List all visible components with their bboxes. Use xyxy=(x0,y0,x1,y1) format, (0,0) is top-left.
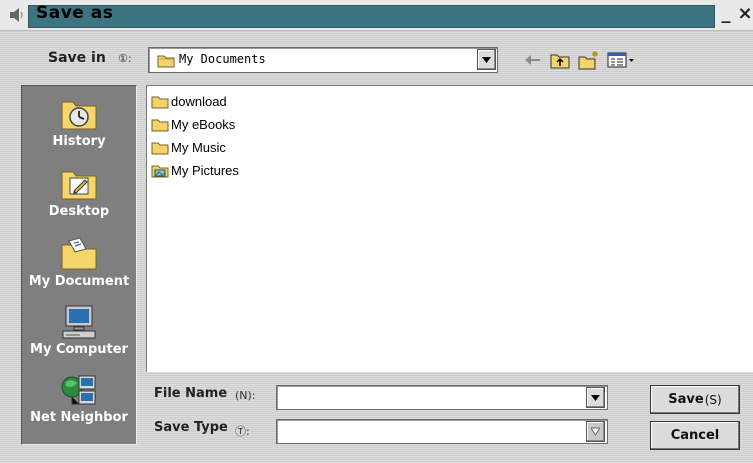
place-history[interactable]: History xyxy=(22,96,136,149)
file-name-shortcut: (N): xyxy=(235,389,256,402)
save-button-label: Save xyxy=(668,392,704,407)
history-icon xyxy=(59,96,99,132)
list-item[interactable]: My Pictures xyxy=(151,160,239,180)
save-type-label: Save Type xyxy=(154,420,228,435)
save-as-dialog: Save as _ × Save in ①: My Documents Hist… xyxy=(0,0,753,463)
place-network[interactable]: Net Neighbor xyxy=(22,372,136,425)
back-arrow-icon[interactable] xyxy=(523,50,543,70)
cancel-button[interactable]: Cancel xyxy=(650,421,740,450)
list-item[interactable]: My Music xyxy=(151,137,226,157)
file-name: My eBooks xyxy=(171,116,236,132)
folder-icon xyxy=(151,94,169,109)
place-label: History xyxy=(52,134,106,149)
folder-icon xyxy=(151,140,169,155)
pictures-folder-icon xyxy=(151,163,169,178)
place-label: Net Neighbor xyxy=(30,410,128,425)
file-name-label: File Name xyxy=(154,386,228,401)
file-name-field[interactable] xyxy=(276,385,608,410)
close-button[interactable]: × xyxy=(737,4,753,24)
computer-icon xyxy=(59,304,99,340)
my-documents-icon xyxy=(59,236,99,272)
save-type-shortcut: Ⓣ: xyxy=(235,425,250,438)
place-label: My Document xyxy=(28,274,130,289)
title-strip xyxy=(28,5,715,28)
place-label: My Computer xyxy=(30,342,128,357)
save-in-label: Save in xyxy=(48,50,106,66)
save-in-dropdown[interactable]: My Documents xyxy=(148,47,498,73)
file-name: download xyxy=(171,93,227,109)
places-bar: History Desktop My Document My Computer … xyxy=(21,85,137,445)
window-title: Save as xyxy=(36,3,114,23)
folder-icon xyxy=(157,53,175,72)
desktop-icon xyxy=(59,166,99,202)
file-name: My Pictures xyxy=(171,162,239,178)
file-name-dropdown-arrow[interactable] xyxy=(586,387,605,408)
place-my-computer[interactable]: My Computer xyxy=(22,304,136,357)
place-label: Desktop xyxy=(48,204,110,219)
cancel-button-label: Cancel xyxy=(670,428,720,443)
file-name: My Music xyxy=(171,139,226,155)
minimize-button[interactable]: _ xyxy=(718,4,734,24)
save-in-value: My Documents xyxy=(179,52,266,66)
save-type-dropdown-arrow[interactable] xyxy=(586,421,605,442)
save-button[interactable]: Save (S) xyxy=(650,385,740,414)
save-button-shortcut: (S) xyxy=(704,392,722,407)
file-list[interactable]: download My eBooks My Music My Pictures xyxy=(146,85,753,372)
new-folder-icon[interactable] xyxy=(577,50,601,70)
place-my-documents[interactable]: My Document xyxy=(22,236,136,289)
list-item[interactable]: download xyxy=(151,91,227,111)
folder-icon xyxy=(151,117,169,132)
save-in-dropdown-arrow[interactable] xyxy=(477,49,496,70)
place-desktop[interactable]: Desktop xyxy=(22,166,136,219)
title-bar[interactable]: Save as _ × xyxy=(0,0,753,31)
save-type-dropdown[interactable] xyxy=(276,419,608,444)
speaker-icon xyxy=(8,8,26,22)
network-icon xyxy=(59,372,99,408)
view-menu-icon[interactable] xyxy=(606,50,636,70)
list-item[interactable]: My eBooks xyxy=(151,114,235,134)
up-folder-icon[interactable] xyxy=(549,50,571,70)
save-in-shortcut: ①: xyxy=(118,52,132,65)
